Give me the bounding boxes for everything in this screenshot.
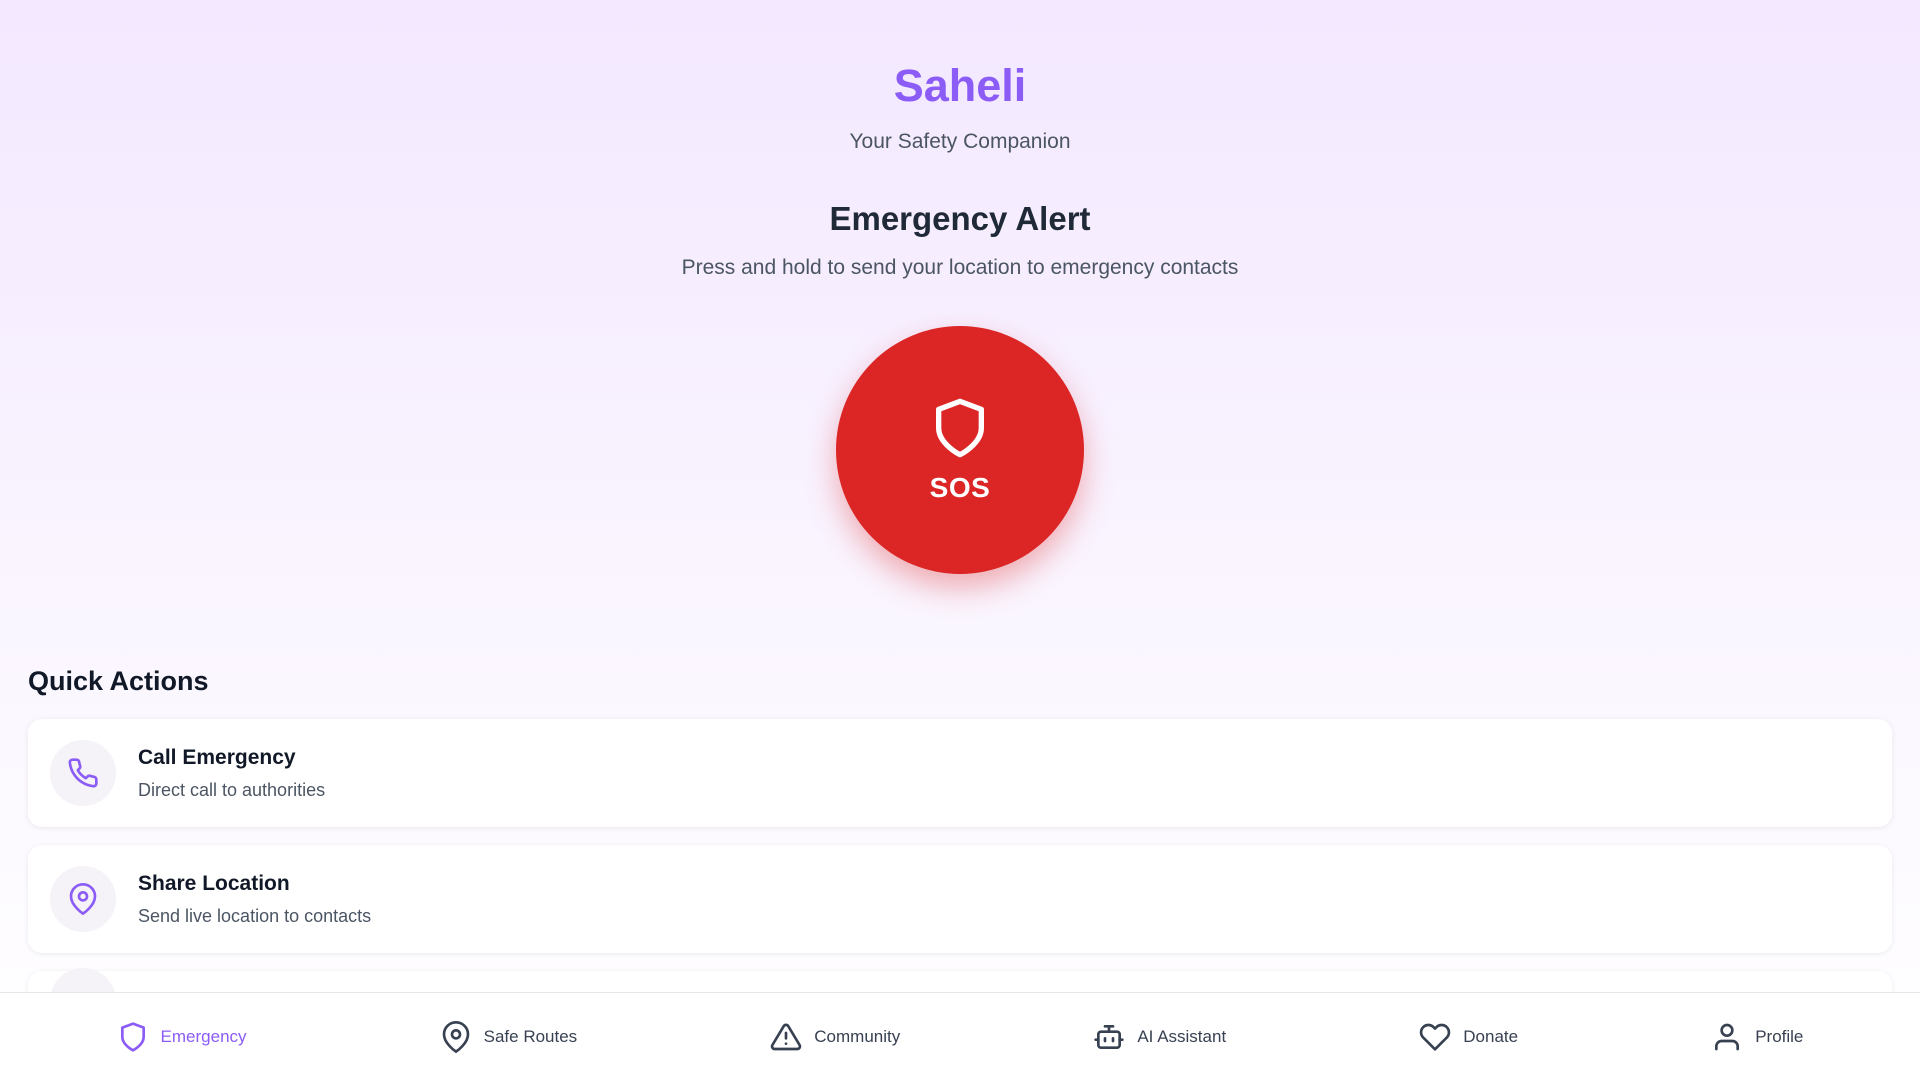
share-location-card[interactable]: Share Location Send live location to con…	[28, 845, 1892, 953]
nav-emergency-label: Emergency	[160, 1026, 247, 1046]
header: Saheli Your Safety Companion Emergency A…	[0, 0, 1920, 280]
phone-icon	[68, 758, 98, 788]
call-emergency-icon-wrap	[50, 740, 116, 806]
nav-community-label: Community	[814, 1026, 901, 1046]
sos-container: SOS	[0, 326, 1920, 574]
nav-community[interactable]: Community	[770, 1021, 900, 1053]
sos-button[interactable]: SOS	[836, 326, 1084, 574]
nav-ai-assistant[interactable]: AI Assistant	[1093, 1021, 1226, 1053]
quick-actions-section: Quick Actions Call Emergency Direct call…	[28, 666, 1892, 1034]
nav-emergency[interactable]: Emergency	[117, 1021, 247, 1053]
call-emergency-text: Call Emergency Direct call to authoritie…	[138, 746, 325, 801]
share-location-icon-wrap	[50, 866, 116, 932]
share-location-subtitle: Send live location to contacts	[138, 905, 372, 926]
bottom-nav: Emergency Safe Routes Community AI Assis…	[0, 992, 1920, 1080]
app-title: Saheli	[893, 60, 1027, 111]
emergency-alert-title: Emergency Alert	[829, 200, 1091, 237]
shield-icon	[120, 1021, 145, 1052]
heart-icon	[1420, 1023, 1451, 1051]
nav-profile[interactable]: Profile	[1711, 1021, 1803, 1053]
nav-ai-assistant-label: AI Assistant	[1137, 1026, 1227, 1046]
nav-profile-label: Profile	[1755, 1026, 1804, 1046]
app-subtitle: Your Safety Companion	[849, 130, 1071, 153]
alert-triangle-icon	[771, 1023, 802, 1050]
share-location-title: Share Location	[138, 871, 290, 895]
shield-icon	[936, 398, 984, 458]
user-icon	[1715, 1023, 1740, 1050]
nav-safe-routes[interactable]: Safe Routes	[440, 1020, 578, 1053]
map-pin-icon	[442, 1020, 469, 1053]
nav-donate[interactable]: Donate	[1419, 1021, 1518, 1053]
sos-label: SOS	[929, 472, 991, 503]
emergency-alert-description: Press and hold to send your location to …	[681, 256, 1239, 279]
map-pin-icon	[69, 883, 97, 915]
call-emergency-title: Call Emergency	[138, 745, 296, 769]
nav-safe-routes-label: Safe Routes	[483, 1026, 578, 1046]
share-location-text: Share Location Send live location to con…	[138, 872, 371, 927]
bot-icon	[1094, 1024, 1125, 1049]
nav-donate-label: Donate	[1463, 1026, 1519, 1046]
call-emergency-subtitle: Direct call to authorities	[138, 779, 326, 800]
call-emergency-card[interactable]: Call Emergency Direct call to authoritie…	[28, 719, 1892, 827]
quick-actions-title: Quick Actions	[28, 666, 209, 696]
